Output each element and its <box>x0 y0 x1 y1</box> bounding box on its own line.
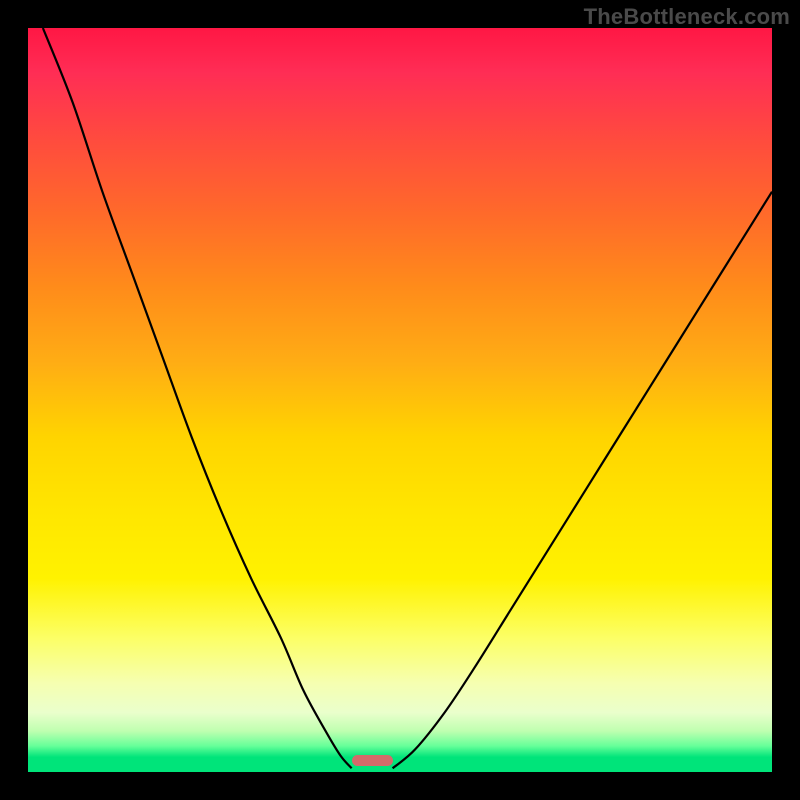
chart-frame: TheBottleneck.com <box>0 0 800 800</box>
right-curve <box>393 192 772 769</box>
left-curve <box>43 28 352 768</box>
chart-plot-area <box>28 28 772 772</box>
optimal-range-marker <box>352 755 393 766</box>
bottleneck-curve <box>28 28 772 772</box>
watermark-text: TheBottleneck.com <box>584 4 790 30</box>
